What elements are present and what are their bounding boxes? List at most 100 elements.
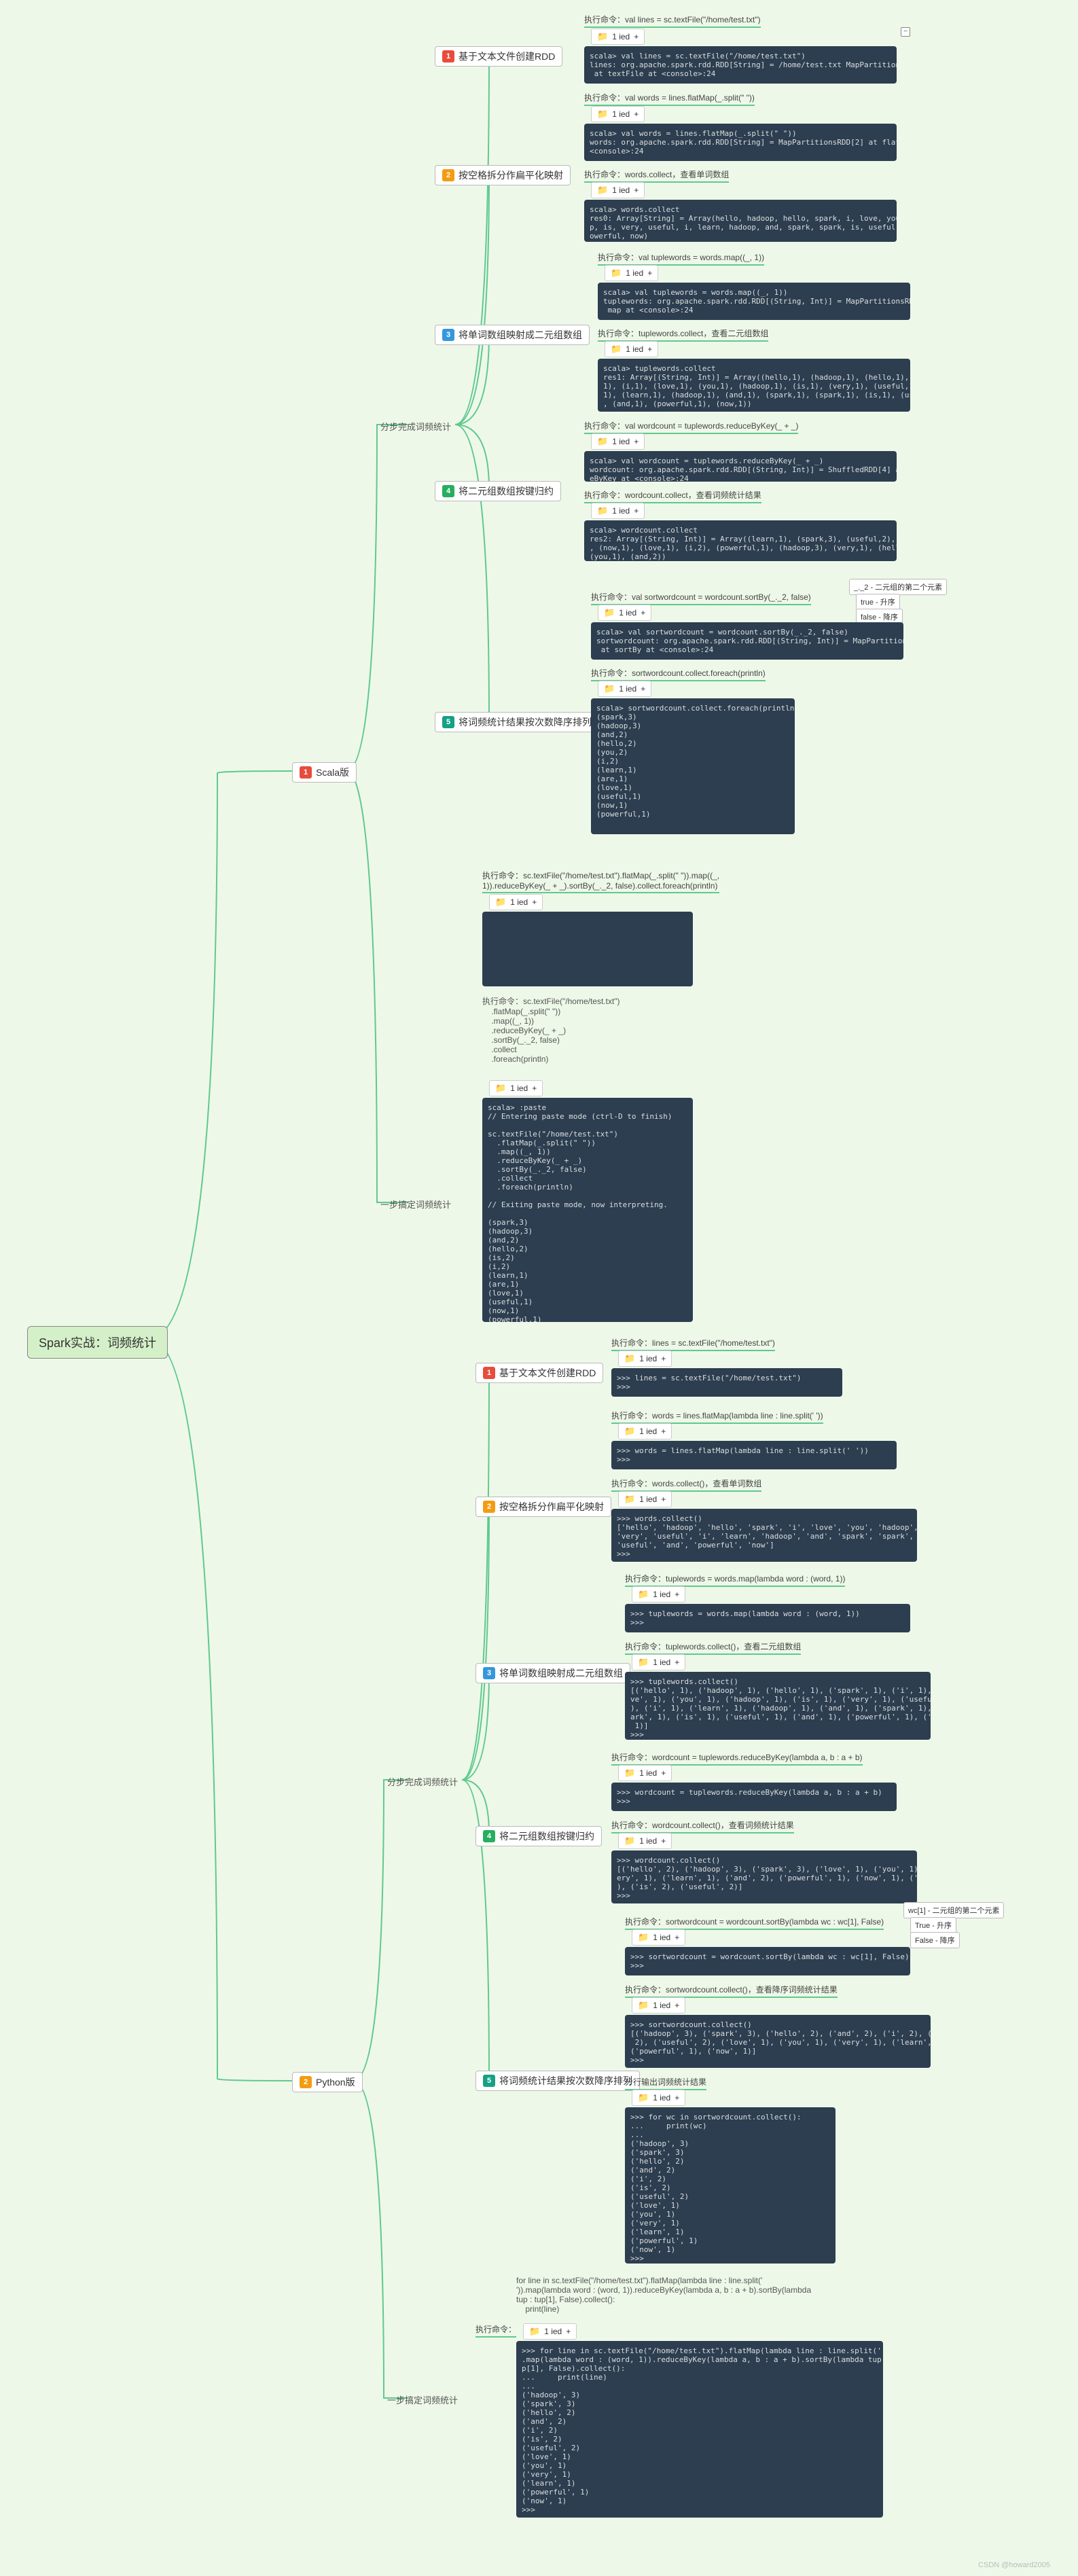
plus-icon[interactable]: + <box>641 684 645 694</box>
s5-node[interactable]: 5将词频统计结果按次数降序排列 <box>435 712 599 732</box>
s6-cmd2: 执行命令：sc.textFile("/home/test.txt") .flat… <box>482 995 620 1064</box>
plus-icon[interactable]: + <box>641 608 645 618</box>
folder-icon: 📁 <box>611 268 622 279</box>
ied-label: 1 ied <box>653 2001 670 2010</box>
s1-label: 基于文本文件创建RDD <box>459 50 555 63</box>
scala-branch[interactable]: 1Scala版 <box>292 762 357 783</box>
ied-label: 1 ied <box>612 506 630 516</box>
folder-icon: 📁 <box>624 1426 635 1437</box>
ied-bar[interactable]: 📁1 ied+ <box>605 341 658 357</box>
plus-icon[interactable]: + <box>661 1768 666 1778</box>
plus-icon[interactable]: + <box>675 2001 679 2010</box>
s5-code1: scala> val sortwordcount = wordcount.sor… <box>591 622 903 660</box>
ied-bar[interactable]: 📁1 ied+ <box>489 894 543 910</box>
ied-bar[interactable]: 📁1 ied+ <box>489 1080 543 1096</box>
plus-icon[interactable]: + <box>661 1495 666 1504</box>
p1-num: 1 <box>483 1367 495 1379</box>
ied-bar[interactable]: 📁1 ied+ <box>632 2090 685 2106</box>
plus-icon[interactable]: + <box>566 2327 571 2336</box>
ied-bar[interactable]: 📁1 ied+ <box>632 1997 685 2014</box>
expand-toggle[interactable]: − <box>901 27 910 37</box>
folder-icon: 📁 <box>597 109 608 120</box>
s2-node[interactable]: 2按空格拆分作扁平化映射 <box>435 165 571 185</box>
plus-icon[interactable]: + <box>675 1933 679 1942</box>
s1-cmd: 执行命令：val lines = sc.textFile("/home/test… <box>584 14 761 28</box>
folder-icon: 📁 <box>611 344 622 355</box>
ied-bar[interactable]: 📁1 ied+ <box>632 1586 685 1603</box>
folder-icon: 📁 <box>529 2326 540 2337</box>
s2-cmd1: 执行命令：val words = lines.flatMap(_.split("… <box>584 92 755 106</box>
s3-node[interactable]: 3将单词数组映射成二元组数组 <box>435 325 590 345</box>
ied-bar[interactable]: 📁1 ied+ <box>598 681 651 697</box>
s2-cmd2: 执行命令：words.collect，查看单词数组 <box>584 168 729 183</box>
ied-bar[interactable]: 📁1 ied+ <box>605 265 658 281</box>
s5-note1: _._2 - 二元组的第二个元素 <box>849 579 947 595</box>
p4-cmd2: 执行命令：wordcount.collect()，查看词频统计结果 <box>611 1819 794 1833</box>
folder-icon: 📁 <box>624 1494 635 1505</box>
folder-icon: 📁 <box>638 2092 649 2103</box>
ied-bar[interactable]: 📁1 ied+ <box>618 1423 672 1439</box>
ied-bar[interactable]: 📁1 ied+ <box>598 605 651 621</box>
ied-bar[interactable]: 📁1 ied+ <box>618 1765 672 1781</box>
plus-icon[interactable]: + <box>634 109 639 119</box>
plus-icon[interactable]: + <box>634 506 639 516</box>
ied-label: 1 ied <box>544 2327 562 2336</box>
p2-cmd2: 执行命令：words.collect()，查看单词数组 <box>611 1478 761 1492</box>
p6-code: >>> for line in sc.textFile("/home/test.… <box>516 2341 883 2518</box>
ied-label: 1 ied <box>639 1495 657 1504</box>
plus-icon[interactable]: + <box>634 185 639 195</box>
plus-icon[interactable]: + <box>532 897 537 907</box>
root-node[interactable]: Spark实战：词频统计 <box>27 1326 168 1359</box>
ied-bar[interactable]: 📁1 ied+ <box>591 182 645 198</box>
plus-icon[interactable]: + <box>661 1354 666 1363</box>
p2-node[interactable]: 2按空格拆分作扁平化映射 <box>475 1497 611 1517</box>
ied-bar[interactable]: 📁1 ied+ <box>632 1929 685 1946</box>
p4-node[interactable]: 4将二元组数组按键归约 <box>475 1826 602 1846</box>
ied-label: 1 ied <box>612 109 630 119</box>
plus-icon[interactable]: + <box>661 1836 666 1846</box>
p4-code2: >>> wordcount.collect() [('hello', 2), (… <box>611 1850 917 1903</box>
ied-bar[interactable]: 📁 1 ied + <box>591 106 645 122</box>
s5-label: 将词频统计结果按次数降序排列 <box>459 715 592 729</box>
plus-icon[interactable]: + <box>647 344 652 354</box>
plus-icon[interactable]: + <box>634 437 639 446</box>
ied-bar[interactable]: 📁1 ied+ <box>632 1654 685 1670</box>
ied-label: 1 ied <box>653 1590 670 1599</box>
p6-cmd: 执行命令： <box>475 2323 516 2338</box>
python-branch[interactable]: 2Python版 <box>292 2072 363 2092</box>
p5-node[interactable]: 5将词频统计结果按次数降序排列 <box>475 2071 640 2091</box>
plus-icon[interactable]: + <box>634 32 639 41</box>
p3-cmd1: 执行命令：tuplewords = words.map(lambda word … <box>625 1573 845 1587</box>
p3-node[interactable]: 3将单词数组映射成二元组数组 <box>475 1663 630 1683</box>
plus-icon[interactable]: + <box>532 1084 537 1093</box>
p3-num: 3 <box>483 1667 495 1679</box>
s4-code1: scala> val wordcount = tuplewords.reduce… <box>584 451 897 482</box>
p1-cmd: 执行命令：lines = sc.textFile("/home/test.txt… <box>611 1337 775 1351</box>
ied-bar[interactable]: 📁 1 ied + <box>618 1491 672 1507</box>
s5-code2: scala> sortwordcount.collect.foreach(pri… <box>591 698 795 834</box>
ied-bar[interactable]: 📁1 ied+ <box>591 433 645 450</box>
s4-label: 将二元组数组按键归约 <box>459 484 554 498</box>
s1-node[interactable]: 1基于文本文件创建RDD <box>435 46 562 67</box>
ied-label: 1 ied <box>612 437 630 446</box>
ied-bar[interactable]: 📁1 ied+ <box>618 1350 672 1367</box>
plus-icon[interactable]: + <box>661 1427 666 1436</box>
ied-bar[interactable]: 📁1 ied+ <box>591 29 645 45</box>
p2-code1: >>> words = lines.flatMap(lambda line : … <box>611 1441 897 1469</box>
ied-label: 1 ied <box>619 608 636 618</box>
p1-node[interactable]: 1基于文本文件创建RDD <box>475 1363 603 1383</box>
s2-num: 2 <box>442 169 454 181</box>
plus-icon[interactable]: + <box>675 1590 679 1599</box>
python-stage1: 分步完成词频统计 <box>387 1775 458 1788</box>
p5-code1: >>> sortwordcount = wordcount.sortBy(lam… <box>625 1947 910 1975</box>
plus-icon[interactable]: + <box>647 268 652 278</box>
p3-code2: >>> tuplewords.collect() [('hello', 1), … <box>625 1672 931 1740</box>
plus-icon[interactable]: + <box>675 2093 679 2103</box>
s3-cmd2: 执行命令：tuplewords.collect，查看二元组数组 <box>598 327 768 342</box>
ied-bar[interactable]: 📁1 ied+ <box>618 1833 672 1849</box>
s4-node[interactable]: 4将二元组数组按键归约 <box>435 481 561 501</box>
plus-icon[interactable]: + <box>675 1658 679 1667</box>
ied-bar[interactable]: 📁 1 ied + <box>523 2323 577 2340</box>
scala-stage2: 一步搞定词频统计 <box>380 1198 451 1211</box>
ied-bar[interactable]: 📁1 ied+ <box>591 503 645 519</box>
